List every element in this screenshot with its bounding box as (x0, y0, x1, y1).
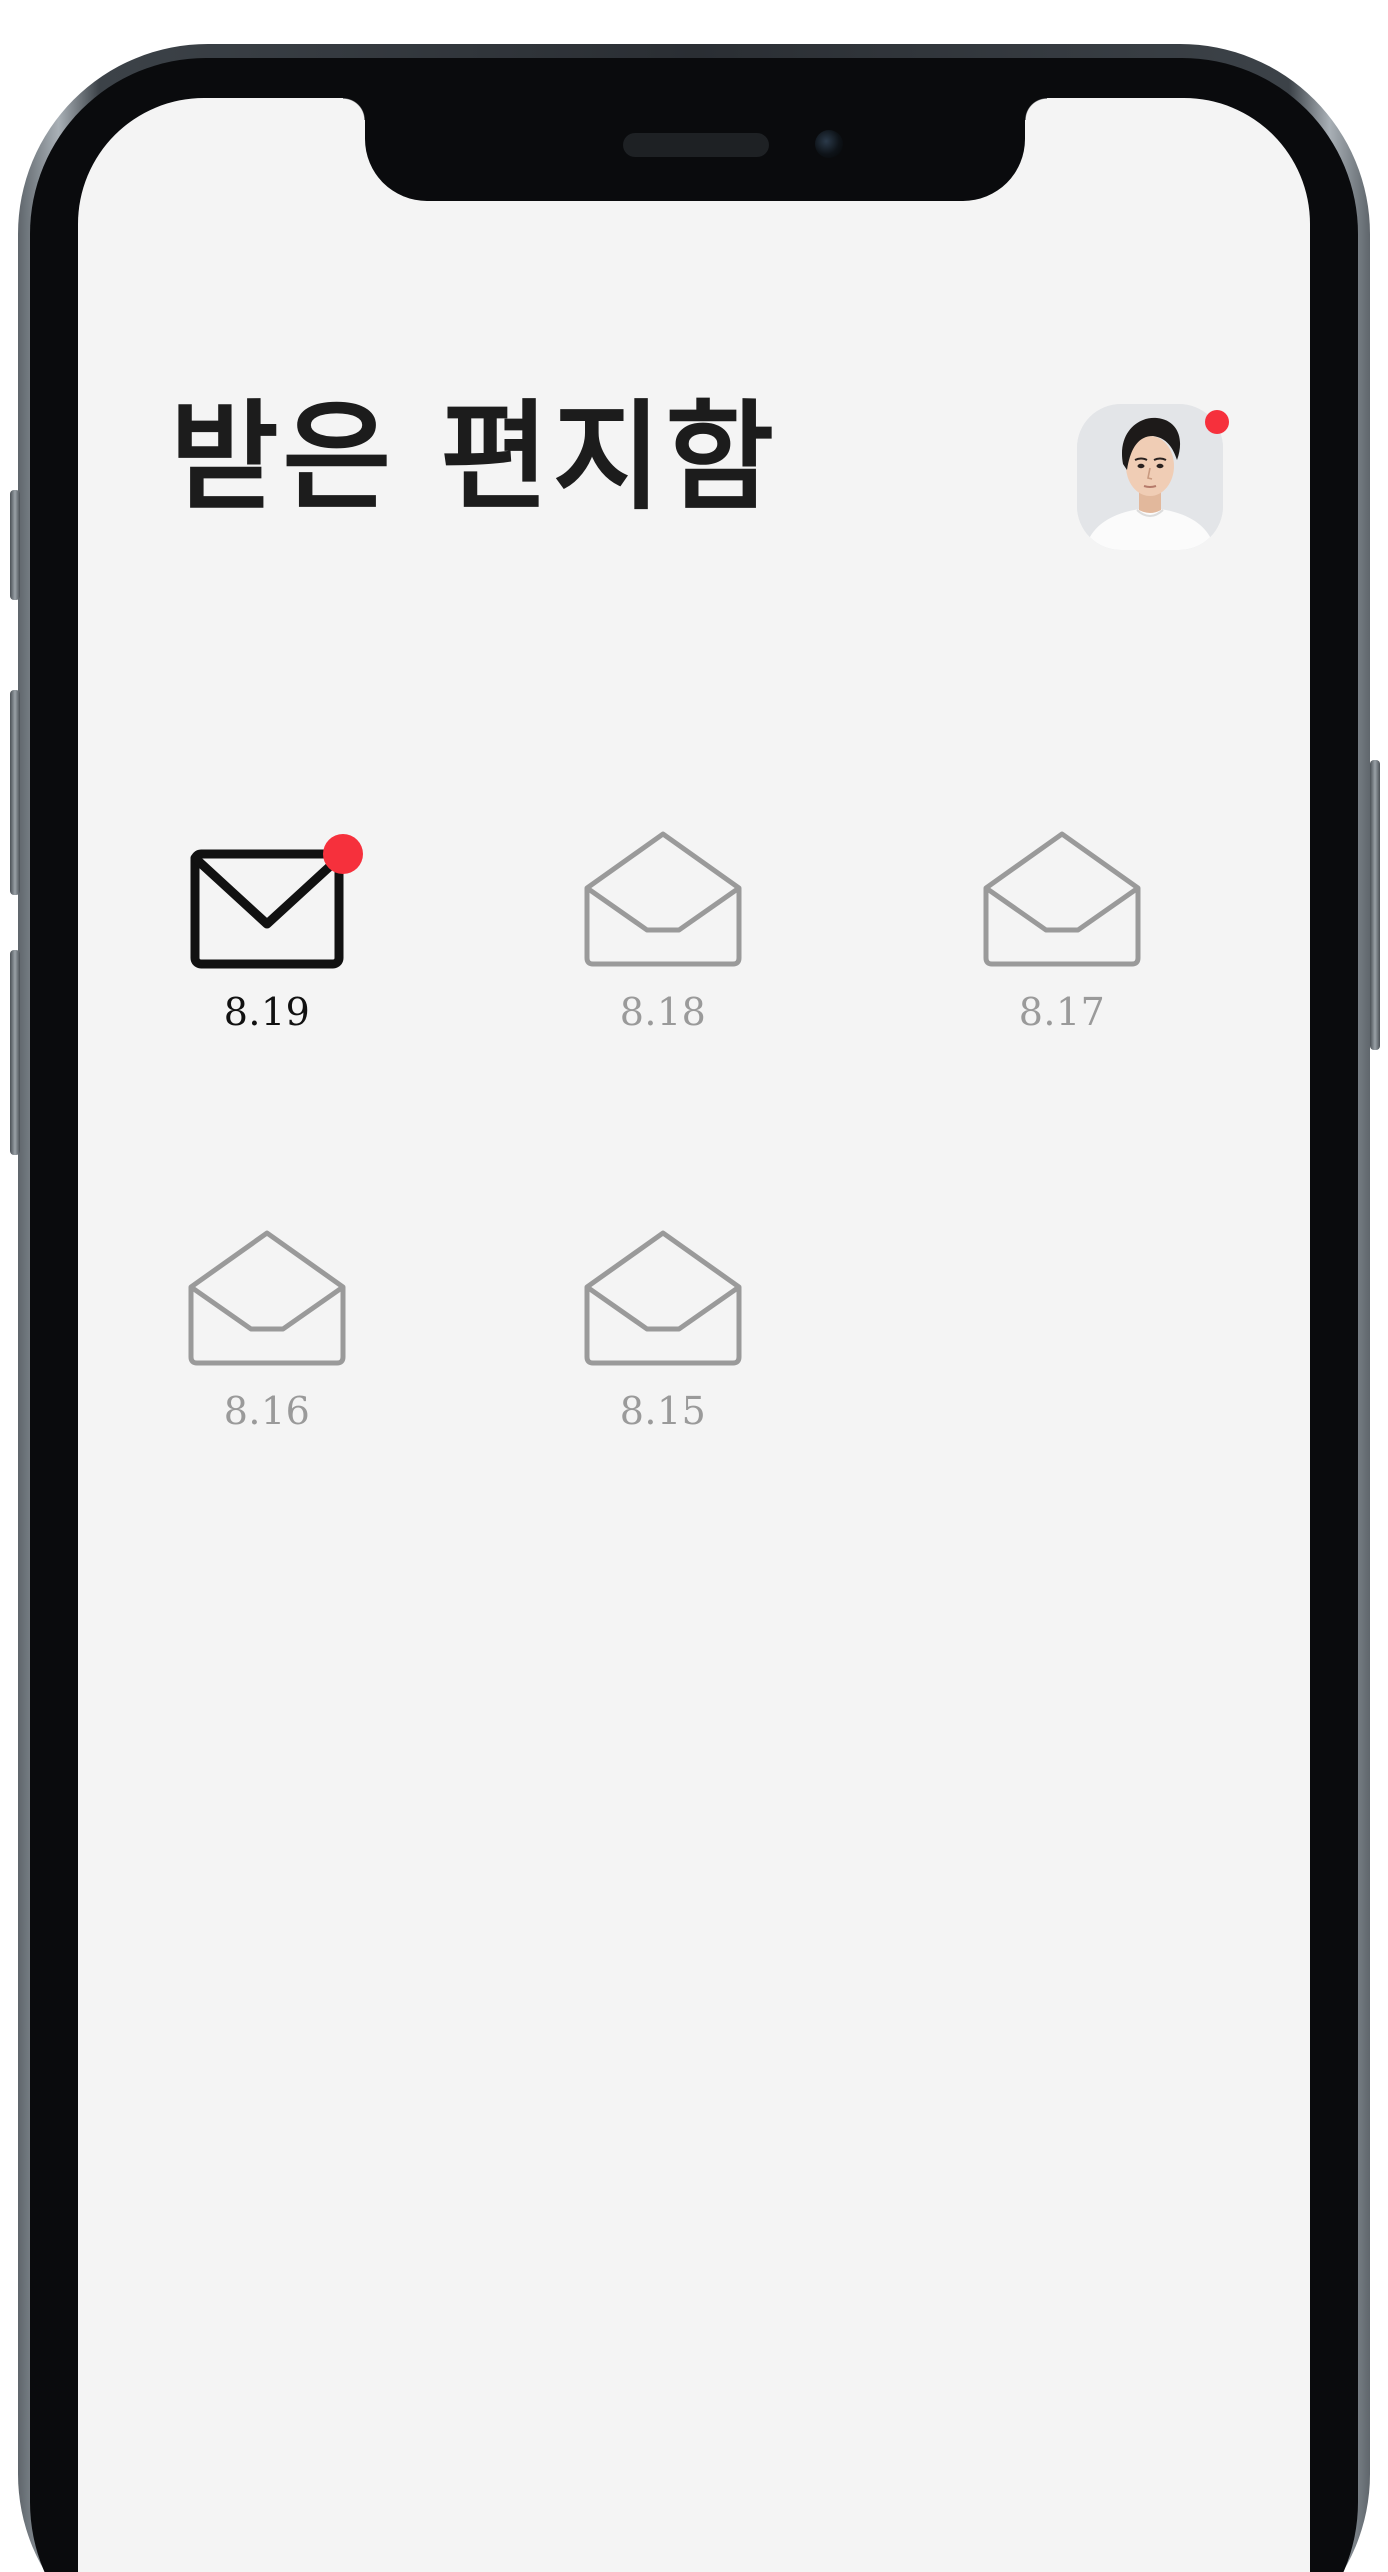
earpiece-speaker (623, 133, 769, 157)
letter-item[interactable]: 8.18 (553, 831, 773, 1054)
letter-grid: 8.19 8.18 8.17 8.16 8.15 (78, 98, 1310, 1498)
open-envelope-icon (553, 831, 773, 1004)
letter-date: 8.18 (619, 990, 707, 1034)
letter-date: 8.17 (1018, 990, 1106, 1034)
app-screen: 받은 편지함 8.19 8.18 8.17 8.16 8.15 (78, 98, 1310, 2572)
device-mockup: 받은 편지함 8.19 8.18 8.17 8.16 8.15 (0, 0, 1388, 2572)
volume-up-button (10, 690, 20, 895)
power-button (1370, 760, 1380, 1050)
silent-switch (10, 490, 20, 600)
phone-notch (343, 98, 1047, 201)
letter-date: 8.19 (223, 990, 311, 1034)
open-envelope-icon (553, 1230, 773, 1403)
letter-date: 8.15 (619, 1389, 707, 1433)
open-envelope-icon (157, 1230, 377, 1403)
front-camera (815, 130, 843, 158)
letter-item[interactable]: 8.16 (157, 1230, 377, 1453)
new-letter-badge (323, 834, 363, 874)
letter-item[interactable]: 8.17 (952, 831, 1172, 1054)
letter-item[interactable]: 8.15 (553, 1230, 773, 1453)
open-envelope-icon (952, 831, 1172, 1004)
letter-date: 8.16 (223, 1389, 311, 1433)
letter-item[interactable]: 8.19 (157, 834, 377, 1054)
volume-down-button (10, 950, 20, 1155)
